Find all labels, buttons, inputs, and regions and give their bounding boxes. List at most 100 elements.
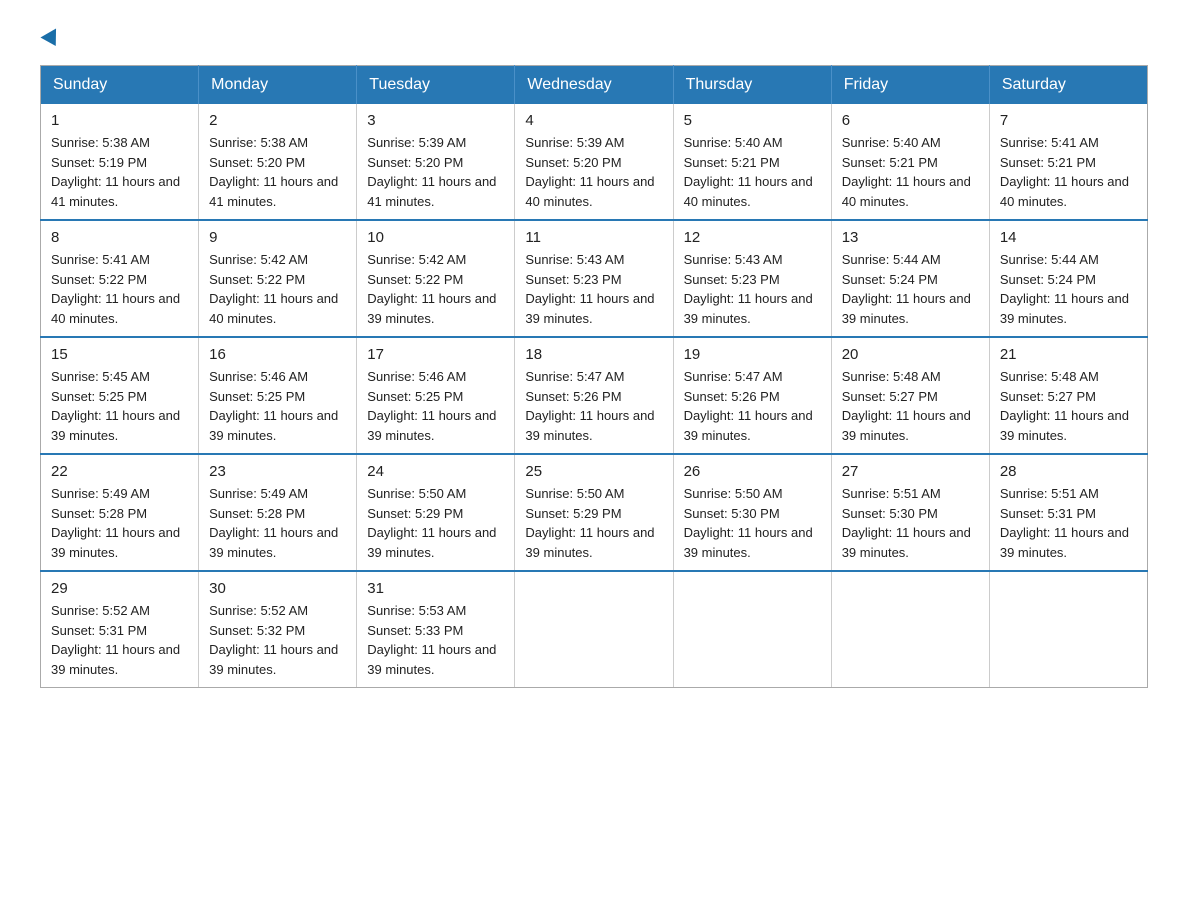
calendar-cell [515, 571, 673, 688]
calendar-cell: 26 Sunrise: 5:50 AM Sunset: 5:30 PM Dayl… [673, 454, 831, 571]
sunrise-label: Sunrise: 5:47 AM [684, 369, 783, 384]
calendar-week-row: 22 Sunrise: 5:49 AM Sunset: 5:28 PM Dayl… [41, 454, 1148, 571]
calendar-cell: 20 Sunrise: 5:48 AM Sunset: 5:27 PM Dayl… [831, 337, 989, 454]
weekday-header-row: SundayMondayTuesdayWednesdayThursdayFrid… [41, 66, 1148, 105]
day-number: 31 [367, 580, 504, 597]
sunset-label: Sunset: 5:22 PM [51, 272, 147, 287]
day-number: 6 [842, 112, 979, 129]
sunrise-label: Sunrise: 5:39 AM [367, 135, 466, 150]
sunrise-label: Sunrise: 5:48 AM [842, 369, 941, 384]
sunrise-label: Sunrise: 5:48 AM [1000, 369, 1099, 384]
calendar-cell: 31 Sunrise: 5:53 AM Sunset: 5:33 PM Dayl… [357, 571, 515, 688]
daylight-label: Daylight: 11 hours and 39 minutes. [842, 291, 971, 326]
weekday-header-sunday: Sunday [41, 66, 199, 105]
day-number: 17 [367, 346, 504, 363]
sunrise-label: Sunrise: 5:38 AM [51, 135, 150, 150]
calendar-cell: 8 Sunrise: 5:41 AM Sunset: 5:22 PM Dayli… [41, 220, 199, 337]
day-info: Sunrise: 5:42 AM Sunset: 5:22 PM Dayligh… [367, 250, 504, 328]
sunset-label: Sunset: 5:29 PM [367, 506, 463, 521]
sunset-label: Sunset: 5:21 PM [1000, 155, 1096, 170]
sunrise-label: Sunrise: 5:42 AM [367, 252, 466, 267]
daylight-label: Daylight: 11 hours and 39 minutes. [51, 408, 180, 443]
logo-arrow-icon [40, 29, 63, 51]
day-info: Sunrise: 5:51 AM Sunset: 5:30 PM Dayligh… [842, 484, 979, 562]
calendar-cell: 1 Sunrise: 5:38 AM Sunset: 5:19 PM Dayli… [41, 104, 199, 220]
day-info: Sunrise: 5:40 AM Sunset: 5:21 PM Dayligh… [684, 133, 821, 211]
weekday-header-wednesday: Wednesday [515, 66, 673, 105]
weekday-header-saturday: Saturday [989, 66, 1147, 105]
sunrise-label: Sunrise: 5:46 AM [209, 369, 308, 384]
sunset-label: Sunset: 5:32 PM [209, 623, 305, 638]
calendar-cell: 2 Sunrise: 5:38 AM Sunset: 5:20 PM Dayli… [199, 104, 357, 220]
day-info: Sunrise: 5:44 AM Sunset: 5:24 PM Dayligh… [842, 250, 979, 328]
daylight-label: Daylight: 11 hours and 39 minutes. [525, 291, 654, 326]
calendar-cell: 12 Sunrise: 5:43 AM Sunset: 5:23 PM Dayl… [673, 220, 831, 337]
sunset-label: Sunset: 5:20 PM [367, 155, 463, 170]
day-info: Sunrise: 5:53 AM Sunset: 5:33 PM Dayligh… [367, 601, 504, 679]
day-number: 7 [1000, 112, 1137, 129]
sunrise-label: Sunrise: 5:46 AM [367, 369, 466, 384]
calendar-cell: 3 Sunrise: 5:39 AM Sunset: 5:20 PM Dayli… [357, 104, 515, 220]
calendar-week-row: 1 Sunrise: 5:38 AM Sunset: 5:19 PM Dayli… [41, 104, 1148, 220]
sunset-label: Sunset: 5:29 PM [525, 506, 621, 521]
sunrise-label: Sunrise: 5:43 AM [525, 252, 624, 267]
daylight-label: Daylight: 11 hours and 39 minutes. [842, 408, 971, 443]
day-info: Sunrise: 5:42 AM Sunset: 5:22 PM Dayligh… [209, 250, 346, 328]
day-number: 20 [842, 346, 979, 363]
sunset-label: Sunset: 5:20 PM [209, 155, 305, 170]
daylight-label: Daylight: 11 hours and 39 minutes. [209, 525, 338, 560]
daylight-label: Daylight: 11 hours and 39 minutes. [842, 525, 971, 560]
day-number: 18 [525, 346, 662, 363]
calendar-cell: 5 Sunrise: 5:40 AM Sunset: 5:21 PM Dayli… [673, 104, 831, 220]
day-info: Sunrise: 5:44 AM Sunset: 5:24 PM Dayligh… [1000, 250, 1137, 328]
daylight-label: Daylight: 11 hours and 40 minutes. [684, 174, 813, 209]
day-info: Sunrise: 5:43 AM Sunset: 5:23 PM Dayligh… [525, 250, 662, 328]
daylight-label: Daylight: 11 hours and 40 minutes. [209, 291, 338, 326]
day-number: 14 [1000, 229, 1137, 246]
calendar-cell: 30 Sunrise: 5:52 AM Sunset: 5:32 PM Dayl… [199, 571, 357, 688]
calendar-cell: 10 Sunrise: 5:42 AM Sunset: 5:22 PM Dayl… [357, 220, 515, 337]
sunrise-label: Sunrise: 5:49 AM [209, 486, 308, 501]
sunset-label: Sunset: 5:25 PM [51, 389, 147, 404]
day-info: Sunrise: 5:50 AM Sunset: 5:29 PM Dayligh… [525, 484, 662, 562]
day-info: Sunrise: 5:46 AM Sunset: 5:25 PM Dayligh… [209, 367, 346, 445]
day-info: Sunrise: 5:50 AM Sunset: 5:29 PM Dayligh… [367, 484, 504, 562]
calendar-week-row: 29 Sunrise: 5:52 AM Sunset: 5:31 PM Dayl… [41, 571, 1148, 688]
day-number: 5 [684, 112, 821, 129]
day-number: 2 [209, 112, 346, 129]
day-number: 29 [51, 580, 188, 597]
daylight-label: Daylight: 11 hours and 39 minutes. [684, 291, 813, 326]
weekday-header-tuesday: Tuesday [357, 66, 515, 105]
calendar-cell: 29 Sunrise: 5:52 AM Sunset: 5:31 PM Dayl… [41, 571, 199, 688]
sunrise-label: Sunrise: 5:52 AM [209, 603, 308, 618]
day-info: Sunrise: 5:52 AM Sunset: 5:32 PM Dayligh… [209, 601, 346, 679]
calendar-cell: 7 Sunrise: 5:41 AM Sunset: 5:21 PM Dayli… [989, 104, 1147, 220]
day-number: 9 [209, 229, 346, 246]
calendar-cell: 11 Sunrise: 5:43 AM Sunset: 5:23 PM Dayl… [515, 220, 673, 337]
sunrise-label: Sunrise: 5:50 AM [525, 486, 624, 501]
day-info: Sunrise: 5:49 AM Sunset: 5:28 PM Dayligh… [51, 484, 188, 562]
calendar-cell: 24 Sunrise: 5:50 AM Sunset: 5:29 PM Dayl… [357, 454, 515, 571]
day-number: 24 [367, 463, 504, 480]
calendar-cell: 14 Sunrise: 5:44 AM Sunset: 5:24 PM Dayl… [989, 220, 1147, 337]
day-number: 8 [51, 229, 188, 246]
sunset-label: Sunset: 5:24 PM [842, 272, 938, 287]
daylight-label: Daylight: 11 hours and 41 minutes. [209, 174, 338, 209]
day-info: Sunrise: 5:47 AM Sunset: 5:26 PM Dayligh… [684, 367, 821, 445]
day-info: Sunrise: 5:48 AM Sunset: 5:27 PM Dayligh… [1000, 367, 1137, 445]
sunset-label: Sunset: 5:30 PM [684, 506, 780, 521]
sunset-label: Sunset: 5:27 PM [842, 389, 938, 404]
sunrise-label: Sunrise: 5:45 AM [51, 369, 150, 384]
sunrise-label: Sunrise: 5:44 AM [842, 252, 941, 267]
calendar-cell: 6 Sunrise: 5:40 AM Sunset: 5:21 PM Dayli… [831, 104, 989, 220]
sunrise-label: Sunrise: 5:47 AM [525, 369, 624, 384]
sunrise-label: Sunrise: 5:42 AM [209, 252, 308, 267]
sunset-label: Sunset: 5:22 PM [209, 272, 305, 287]
day-info: Sunrise: 5:40 AM Sunset: 5:21 PM Dayligh… [842, 133, 979, 211]
daylight-label: Daylight: 11 hours and 40 minutes. [842, 174, 971, 209]
sunrise-label: Sunrise: 5:40 AM [684, 135, 783, 150]
sunrise-label: Sunrise: 5:44 AM [1000, 252, 1099, 267]
day-info: Sunrise: 5:39 AM Sunset: 5:20 PM Dayligh… [367, 133, 504, 211]
day-info: Sunrise: 5:38 AM Sunset: 5:19 PM Dayligh… [51, 133, 188, 211]
daylight-label: Daylight: 11 hours and 40 minutes. [51, 291, 180, 326]
